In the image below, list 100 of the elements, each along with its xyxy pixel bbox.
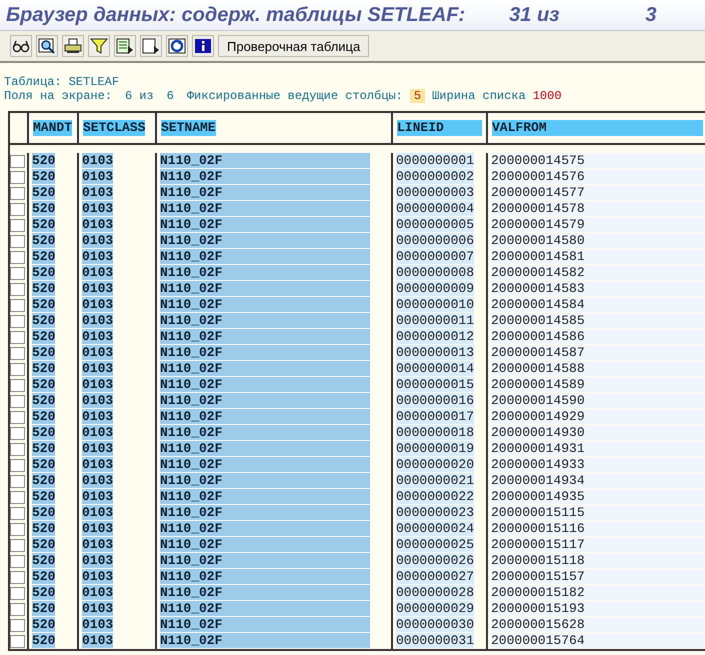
table-cell: 200000014587 — [491, 345, 704, 360]
table-cell: 520 — [32, 361, 56, 376]
table-cell: 200000015116 — [491, 521, 704, 536]
row-selector[interactable] — [10, 346, 25, 360]
row-selector[interactable] — [10, 506, 25, 520]
row-selector[interactable] — [10, 266, 25, 280]
table-cell: N110_02F — [160, 601, 370, 616]
row-selector[interactable] — [10, 218, 25, 232]
row-selector[interactable] — [10, 538, 25, 552]
row-selector[interactable] — [10, 394, 25, 408]
row-selector[interactable] — [10, 554, 25, 568]
table-cell: 0103 — [82, 585, 114, 600]
table-cell: 200000014580 — [491, 233, 704, 248]
table-cell: 520 — [32, 441, 56, 456]
table-cell: 0103 — [82, 265, 114, 280]
table-cell: 520 — [32, 217, 56, 232]
table-cell: N110_02F — [160, 233, 370, 248]
row-selector[interactable] — [10, 490, 25, 504]
table-cell: 0103 — [82, 633, 114, 648]
table-cell: 0103 — [82, 409, 114, 424]
table-cell: 0103 — [82, 489, 114, 504]
row-selector[interactable] — [10, 154, 25, 168]
table-cell: 520 — [32, 521, 56, 536]
row-selector[interactable] — [10, 634, 25, 648]
table-cell: 0000000022 — [396, 489, 474, 504]
row-selector[interactable] — [10, 314, 25, 328]
table-cell: 0103 — [82, 377, 114, 392]
table-cell: 200000014579 — [491, 217, 704, 232]
table-cell: 0103 — [82, 217, 114, 232]
table-cell: 520 — [32, 633, 56, 648]
row-selector[interactable] — [10, 618, 25, 632]
row-selector[interactable] — [10, 170, 25, 184]
check-table-button[interactable]: Проверочная таблица — [218, 35, 370, 57]
table-cell: N110_02F — [160, 505, 370, 520]
printer-button[interactable] — [62, 35, 84, 57]
column-header[interactable]: SETCLASS — [83, 120, 146, 136]
glasses-button[interactable] — [10, 35, 32, 57]
table-cell: N110_02F — [160, 457, 370, 472]
table-cell: N110_02F — [160, 633, 370, 648]
column-header[interactable]: SETNAME — [161, 120, 216, 136]
list-arrow-button[interactable] — [114, 35, 136, 57]
page-arrow-button[interactable] — [140, 35, 162, 57]
info-value: 6 — [166, 89, 174, 103]
table-cell: 0000000028 — [396, 585, 474, 600]
row-selector[interactable] — [10, 362, 25, 376]
table-cell: 0000000001 — [396, 153, 474, 168]
row-selector[interactable] — [10, 570, 25, 584]
table-cell: 0000000010 — [396, 297, 474, 312]
row-selector[interactable] — [10, 522, 25, 536]
row-selector[interactable] — [10, 602, 25, 616]
table-cell: 0103 — [82, 249, 114, 264]
table-cell: 0000000007 — [396, 249, 474, 264]
table-cell: 520 — [32, 425, 56, 440]
info-label: Фиксированные ведущие столбцы: — [186, 89, 403, 103]
row-selector[interactable] — [10, 186, 25, 200]
column-header[interactable]: VALFROM — [492, 120, 703, 136]
row-selector[interactable] — [10, 442, 25, 456]
table-cell: 0103 — [82, 185, 114, 200]
table-cell: 520 — [32, 409, 56, 424]
row-selector[interactable] — [10, 426, 25, 440]
table-cell: N110_02F — [160, 553, 370, 568]
table-cell: N110_02F — [160, 521, 370, 536]
table-cell: 200000015764 — [491, 633, 704, 648]
table-cell: 200000014930 — [491, 425, 704, 440]
fixed-columns-field[interactable]: 5 — [410, 89, 426, 103]
table-cell: 200000014576 — [491, 169, 704, 184]
row-selector[interactable] — [10, 234, 25, 248]
row-selector[interactable] — [10, 474, 25, 488]
table-cell: 520 — [32, 585, 56, 600]
info-button[interactable] — [192, 35, 214, 57]
filter-button[interactable] — [88, 35, 110, 57]
row-selector[interactable] — [10, 378, 25, 392]
table-cell: N110_02F — [160, 169, 370, 184]
table-cell: 200000015115 — [491, 505, 704, 520]
table-cell: 0000000008 — [396, 265, 474, 280]
row-selector[interactable] — [10, 202, 25, 216]
row-selector[interactable] — [10, 586, 25, 600]
row-selector[interactable] — [10, 282, 25, 296]
table-cell: 200000014933 — [491, 457, 704, 472]
table-cell: 200000014578 — [491, 201, 704, 216]
refresh-button[interactable] — [166, 35, 188, 57]
info-label: Ширина списка — [432, 89, 526, 103]
table-cell: 0000000003 — [396, 185, 474, 200]
magnifier-button[interactable] — [36, 35, 58, 57]
table-name: SETLEAF — [68, 75, 120, 89]
column-header[interactable]: LINEID — [397, 120, 482, 136]
row-selector[interactable] — [10, 458, 25, 472]
table-cell: 0103 — [82, 233, 114, 248]
row-selector[interactable] — [10, 298, 25, 312]
table-cell: N110_02F — [160, 329, 370, 344]
row-selector[interactable] — [10, 410, 25, 424]
column-header[interactable]: MANDT — [33, 120, 72, 136]
table-cell: 520 — [32, 265, 56, 280]
row-selector[interactable] — [10, 250, 25, 264]
info-label: из — [139, 89, 154, 103]
table-cell: N110_02F — [160, 569, 370, 584]
table-cell: 520 — [32, 377, 56, 392]
table-cell: 520 — [32, 201, 56, 216]
row-selector[interactable] — [10, 330, 25, 344]
table-cell: N110_02F — [160, 297, 370, 312]
